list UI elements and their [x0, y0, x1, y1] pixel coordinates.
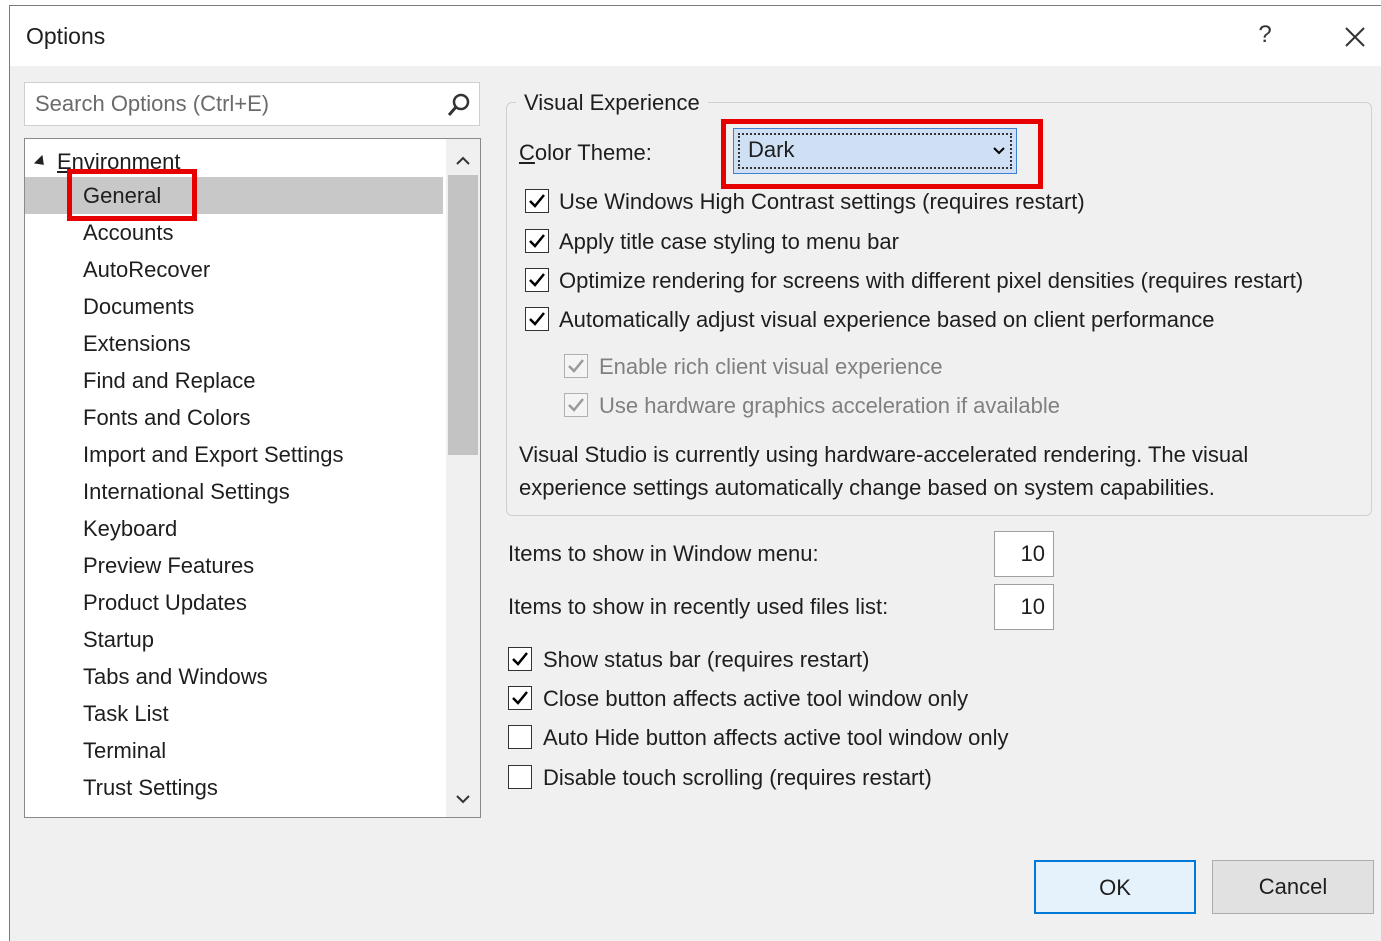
auto-hide-label[interactable]: Auto Hide button affects active tool win…	[543, 725, 1009, 751]
checkbox-high-contrast[interactable]	[525, 189, 549, 213]
title-bar: Options ?	[10, 6, 1381, 66]
rich-client-label: Enable rich client visual experience	[599, 354, 943, 379]
checkbox-title-case[interactable]	[525, 229, 549, 253]
tree-item-tabs-and-windows[interactable]: Tabs and Windows	[25, 658, 443, 695]
checkbox-rich-client	[564, 354, 588, 378]
high-contrast-label[interactable]: Use Windows High Contrast settings (requ…	[559, 189, 1085, 215]
search-input[interactable]	[25, 83, 435, 125]
tree-item-preview-features[interactable]: Preview Features	[25, 547, 443, 584]
checkmark-icon	[529, 312, 545, 326]
checkbox-close-button[interactable]	[508, 686, 532, 710]
auto-adjust-label[interactable]: Automatically adjust visual experience b…	[559, 307, 1214, 333]
tree-item-accounts[interactable]: Accounts	[25, 214, 443, 251]
tree-item-documents[interactable]: Documents	[25, 288, 443, 325]
checkmark-icon	[568, 398, 584, 412]
checkbox-status-bar[interactable]	[508, 647, 532, 671]
color-theme-dropdown[interactable]: Dark	[733, 128, 1017, 174]
options-dialog: Options ? Environment General Accounts A…	[9, 5, 1381, 941]
tree-item-import-export-settings[interactable]: Import and Export Settings	[25, 436, 443, 473]
status-bar-label[interactable]: Show status bar (requires restart)	[543, 647, 869, 673]
search-icon[interactable]	[445, 91, 473, 119]
tree-item-extensions[interactable]: Extensions	[25, 325, 443, 362]
hardware-acceleration-label: Use hardware graphics acceleration if av…	[599, 393, 1061, 418]
checkmark-icon	[512, 652, 528, 666]
info-text-line2: experience settings automatically change…	[519, 475, 1215, 500]
checkbox-hardware-acceleration	[564, 393, 588, 417]
cancel-button[interactable]: Cancel	[1212, 860, 1374, 914]
checkbox-touch-scrolling[interactable]	[508, 765, 532, 789]
help-button[interactable]: ?	[1250, 20, 1280, 50]
checkmark-icon	[529, 234, 545, 248]
tree-node-environment[interactable]: Environment	[33, 147, 181, 177]
tree-scrollbar[interactable]	[446, 139, 480, 817]
tree-item-terminal[interactable]: Terminal	[25, 732, 443, 769]
tree-item-fonts-and-colors[interactable]: Fonts and Colors	[25, 399, 443, 436]
options-tree: Environment General Accounts AutoRecover…	[24, 138, 481, 818]
chevron-down-icon	[993, 147, 1005, 155]
checkmark-icon	[568, 359, 584, 373]
checkbox-optimize-rendering[interactable]	[525, 268, 549, 292]
chevron-up-icon[interactable]	[446, 143, 480, 177]
color-theme-label: Color Theme:	[519, 140, 652, 165]
touch-scrolling-label[interactable]: Disable touch scrolling (requires restar…	[543, 765, 932, 791]
search-options-box	[24, 82, 480, 126]
close-icon	[1345, 27, 1365, 47]
close-button[interactable]	[1338, 20, 1372, 54]
tree-item-startup[interactable]: Startup	[25, 621, 443, 658]
window-menu-count-input[interactable]: 10	[994, 531, 1054, 577]
checkbox-auto-adjust[interactable]	[525, 307, 549, 331]
checkmark-icon	[529, 194, 545, 208]
tree-item-product-updates[interactable]: Product Updates	[25, 584, 443, 621]
tree-item-international-settings[interactable]: International Settings	[25, 473, 443, 510]
visual-experience-title: Visual Experience	[516, 90, 708, 116]
recent-files-count-input[interactable]: 10	[994, 584, 1054, 630]
info-text-line1: Visual Studio is currently using hardwar…	[519, 442, 1249, 467]
checkmark-icon	[512, 691, 528, 705]
tree-item-task-list[interactable]: Task List	[25, 695, 443, 732]
checkbox-auto-hide[interactable]	[508, 725, 532, 749]
tree-item-trust-settings[interactable]: Trust Settings	[25, 769, 443, 806]
tree-item-autorecover[interactable]: AutoRecover	[25, 251, 443, 288]
tree-item-general[interactable]: General	[25, 177, 443, 214]
color-theme-value: Dark	[748, 137, 795, 162]
checkmark-icon	[529, 273, 545, 287]
tree-root-label: Environment	[57, 149, 181, 174]
window-menu-label: Items to show in Window menu:	[508, 541, 819, 566]
tree-item-find-and-replace[interactable]: Find and Replace	[25, 362, 443, 399]
recent-files-label: Items to show in recently used files lis…	[508, 594, 889, 619]
tree-item-keyboard[interactable]: Keyboard	[25, 510, 443, 547]
dialog-title: Options	[26, 23, 106, 49]
ok-button[interactable]: OK	[1034, 860, 1196, 914]
close-button-label[interactable]: Close button affects active tool window …	[543, 686, 968, 712]
scrollbar-thumb[interactable]	[448, 175, 478, 455]
color-theme-label-text: olor Theme:	[534, 140, 652, 165]
title-case-label[interactable]: Apply title case styling to menu bar	[559, 229, 899, 255]
optimize-rendering-label[interactable]: Optimize rendering for screens with diff…	[559, 268, 1303, 294]
chevron-down-icon[interactable]	[446, 783, 480, 817]
expand-triangle-icon[interactable]	[33, 154, 49, 170]
